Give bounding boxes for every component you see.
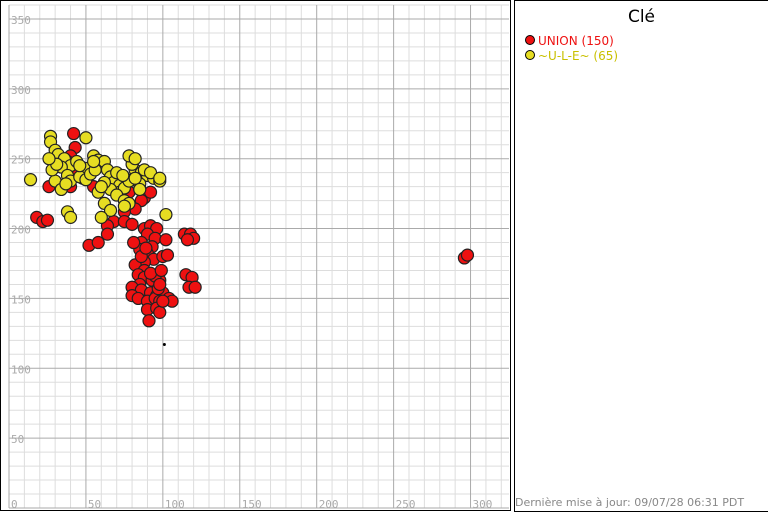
last-updated-text: Dernière mise à jour: 09/07/28 06:31 PDT [515,496,745,509]
ule-point [128,152,142,166]
x-tick-label: 250 [396,498,416,511]
legend-title: Clé [627,7,656,27]
legend-swatch-union [525,35,535,45]
ule-point [117,199,131,213]
union-point [159,233,173,247]
ule-point [87,154,101,169]
legend-swatch-ule [525,50,535,60]
ule-point [63,210,78,224]
legend-label-union: UNION (150) [538,34,614,48]
y-tick-label: 100 [11,363,31,376]
union-point [67,126,81,141]
ule-point [59,177,73,191]
ule-point [42,152,56,166]
ule-point [23,173,38,187]
x-tick-label: 0 [11,498,18,511]
data-points [23,126,475,347]
ule-point [133,182,147,197]
y-tick-label: 350 [11,14,31,27]
scatter-plot: 0 50 100 150 200 250 300 50 100 150 200 250 300 350 [0,0,511,511]
ule-point [73,159,87,173]
y-tick-label: 300 [11,84,31,97]
x-tick-label: 300 [473,498,493,511]
union-point [154,263,168,278]
ule-point [79,131,93,145]
union-point [142,314,156,328]
union-point [153,305,167,319]
ule-point [128,171,142,185]
legend-label-ule: ~U-L-E~ (65) [538,49,619,63]
union-point [188,280,202,294]
y-tick-labels: 50 100 150 200 250 300 350 [11,14,31,446]
union-point [139,241,153,255]
y-tick-label: 250 [11,154,31,167]
legend-panel: Clé UNION (150) ~U-L-E~ (65) [514,0,768,512]
minor-grid [9,4,509,508]
y-tick-label: 150 [11,293,31,306]
union-point [160,248,175,262]
x-tick-label: 150 [242,498,262,511]
union-point [460,248,475,262]
union-point [156,294,170,308]
union-point [40,213,55,227]
x-tick-label: 200 [319,498,339,511]
ule-point [94,180,108,194]
union-point [180,233,195,247]
x-tick-label: 50 [88,498,101,511]
union-point [125,217,139,231]
union-point [143,266,158,280]
ule-point [153,171,167,185]
union-point [127,235,141,250]
ule-point [159,207,173,222]
x-tick-labels: 0 50 100 150 200 250 300 [11,498,492,511]
union-point [153,277,167,292]
union-point [91,235,105,250]
ule-point [94,210,108,224]
y-tick-label: 50 [11,433,24,446]
x-tick-label: 100 [165,498,185,511]
ule-point [116,168,130,183]
stray-marker [162,343,166,347]
y-tick-label: 200 [11,224,31,237]
